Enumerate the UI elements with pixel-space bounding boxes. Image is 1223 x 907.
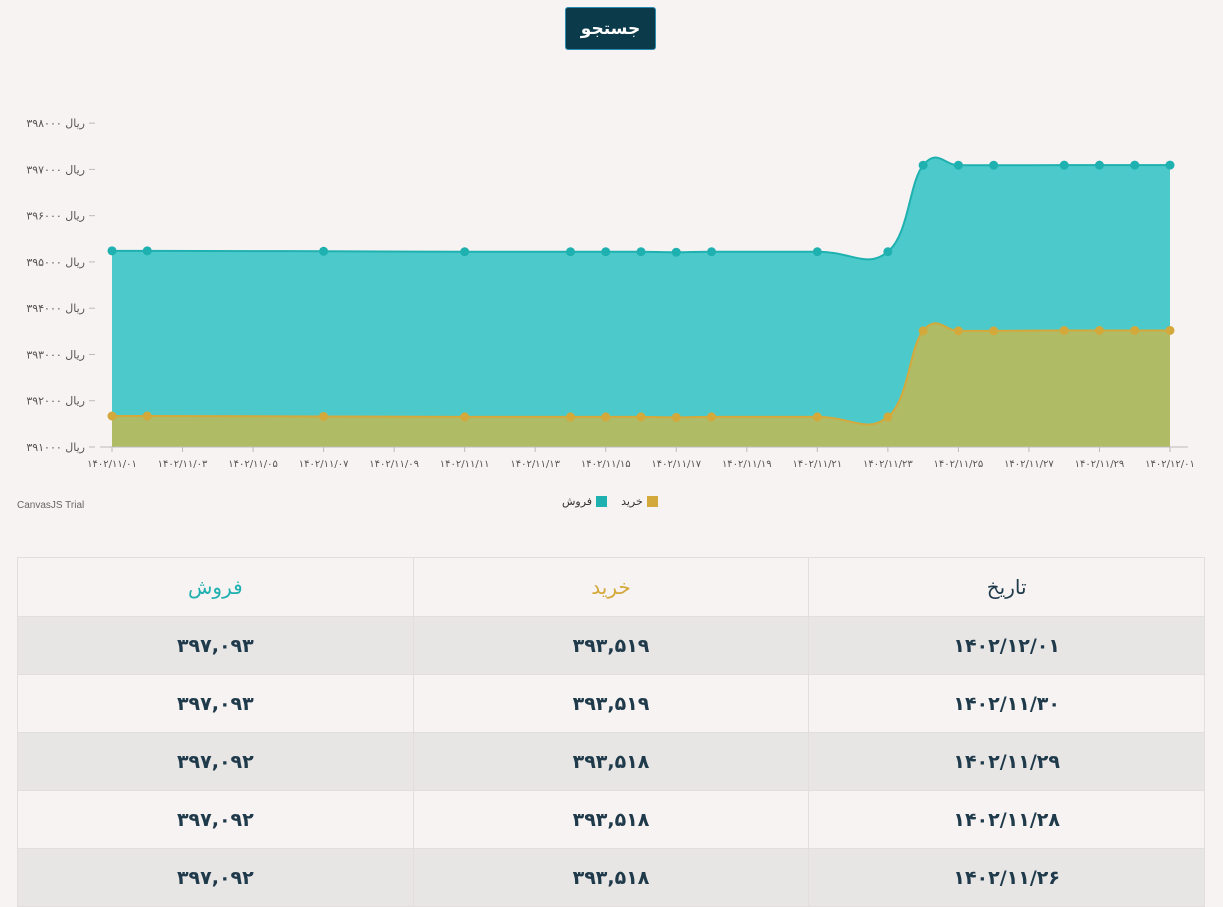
sell-point xyxy=(636,247,646,257)
column-header-sell: فروش xyxy=(17,557,414,617)
sell-point xyxy=(812,247,822,257)
buy-point xyxy=(1059,326,1069,336)
sell-point xyxy=(107,246,117,256)
table-row: ۱۴۰۲/۱۱/۲۸ ۳۹۳,۵۱۸ ۳۹۷,۰۹۲ xyxy=(17,790,1205,849)
chart-trial-watermark: CanvasJS Trial xyxy=(17,500,85,511)
sell-point xyxy=(918,160,928,170)
legend-label-sell: فروش xyxy=(562,495,593,508)
buy-point xyxy=(565,412,575,422)
table-row: ۱۴۰۲/۱۱/۲۹ ۳۹۳,۵۱۸ ۳۹۷,۰۹۲ xyxy=(17,732,1205,791)
table-row: ۱۴۰۲/۱۲/۰۱ ۳۹۳,۵۱۹ ۳۹۷,۰۹۳ xyxy=(17,616,1205,675)
sell-point xyxy=(565,247,575,257)
cell-date: ۱۴۰۲/۱۱/۳۰ xyxy=(808,674,1205,733)
legend-swatch-buy xyxy=(646,496,658,507)
x-tick-label: ۱۴۰۲/۱۱/۰۵ xyxy=(228,459,278,470)
cell-buy: ۳۹۳,۵۱۹ xyxy=(412,674,810,733)
legend-label-buy: خرید xyxy=(621,495,643,508)
x-tick-label: ۱۴۰۲/۱۱/۱۵ xyxy=(581,459,631,470)
buy-point xyxy=(707,412,717,422)
y-tick-label: ریال ۳۹۲۰۰۰ xyxy=(26,395,85,408)
sell-point xyxy=(1130,160,1140,170)
y-tick-label: ریال ۳۹۶۰۰۰ xyxy=(26,210,85,223)
cell-buy: ۳۹۳,۵۱۹ xyxy=(412,616,810,675)
sell-point xyxy=(953,160,963,170)
buy-point xyxy=(601,412,611,422)
price-area-chart: ریال ۳۹۱۰۰۰ ریال ۳۹۲۰۰۰ ریال ۳۹۳۰۰۰ ریال ۳۹… xyxy=(26,117,1195,470)
buy-point xyxy=(918,326,928,336)
search-button[interactable]: جستجو xyxy=(565,7,656,50)
sell-point xyxy=(1059,160,1069,170)
sell-point xyxy=(460,247,470,257)
legend-item-buy[interactable]: خرید xyxy=(621,495,658,508)
column-header-buy: خرید xyxy=(412,557,810,617)
table-header-row: تاریخ خرید فروش xyxy=(17,557,1205,617)
sell-point xyxy=(601,247,611,257)
x-tick-label: ۱۴۰۲/۱۱/۰۹ xyxy=(369,459,419,470)
x-tick-label: ۱۴۰۲/۱۱/۰۳ xyxy=(158,459,208,470)
y-tick-label: ریال ۳۹۴۰۰۰ xyxy=(26,302,85,315)
price-table: تاریخ خرید فروش ۱۴۰۲/۱۲/۰۱ ۳۹۳,۵۱۹ ۳۹۷,۰… xyxy=(17,557,1205,907)
sell-point xyxy=(883,247,893,257)
sell-point xyxy=(319,246,329,256)
y-tick-label: ریال ۳۹۸۰۰۰ xyxy=(26,117,85,130)
sell-point xyxy=(989,160,999,170)
y-tick-label: ریال ۳۹۱۰۰۰ xyxy=(26,441,85,454)
buy-point xyxy=(989,326,999,336)
sell-point xyxy=(707,247,717,257)
x-tick-label: ۱۴۰۲/۱۱/۲۵ xyxy=(934,459,984,470)
legend-swatch-sell xyxy=(596,496,608,507)
cell-sell: ۳۹۷,۰۹۳ xyxy=(17,616,414,675)
buy-point xyxy=(319,411,329,421)
x-tick-label: ۱۴۰۲/۱۱/۰۷ xyxy=(299,459,349,470)
y-tick-label: ریال ۳۹۳۰۰۰ xyxy=(26,348,85,361)
x-tick-label: ۱۴۰۲/۱۱/۲۱ xyxy=(792,459,842,470)
cell-date: ۱۴۰۲/۱۱/۲۹ xyxy=(808,732,1205,791)
chart-legend: خرید فروش xyxy=(562,495,658,508)
sell-point xyxy=(1165,160,1175,170)
y-tick-label: ریال ۳۹۷۰۰۰ xyxy=(26,163,85,176)
cell-buy: ۳۹۳,۵۱۸ xyxy=(412,790,810,849)
x-tick-label: ۱۴۰۲/۱۲/۰۱ xyxy=(1145,459,1195,470)
buy-point xyxy=(671,412,681,422)
x-tick-label: ۱۴۰۲/۱۱/۲۷ xyxy=(1004,459,1054,470)
buy-point xyxy=(460,412,470,422)
buy-point xyxy=(1094,326,1104,336)
legend-item-sell[interactable]: فروش xyxy=(562,495,608,508)
sell-point xyxy=(142,246,152,256)
cell-date: ۱۴۰۲/۱۱/۲۸ xyxy=(808,790,1205,849)
cell-sell: ۳۹۷,۰۹۳ xyxy=(17,674,414,733)
table-row: ۱۴۰۲/۱۱/۳۰ ۳۹۳,۵۱۹ ۳۹۷,۰۹۳ xyxy=(17,674,1205,733)
x-tick-label: ۱۴۰۲/۱۱/۱۱ xyxy=(440,459,490,470)
buy-point xyxy=(107,411,117,421)
buy-point xyxy=(1165,325,1175,335)
sell-point xyxy=(1094,160,1104,170)
cell-sell: ۳۹۷,۰۹۲ xyxy=(17,732,414,791)
buy-point xyxy=(142,411,152,421)
buy-point xyxy=(812,412,822,422)
x-tick-label: ۱۴۰۲/۱۱/۱۹ xyxy=(722,459,772,470)
column-header-date: تاریخ xyxy=(808,557,1205,617)
x-tick-label: ۱۴۰۲/۱۱/۲۳ xyxy=(863,459,913,470)
cell-buy: ۳۹۳,۵۱۸ xyxy=(412,732,810,791)
buy-point xyxy=(1130,325,1140,335)
x-tick-label: ۱۴۰۲/۱۱/۱۷ xyxy=(651,459,701,470)
y-tick-label: ریال ۳۹۵۰۰۰ xyxy=(26,256,85,269)
cell-date: ۱۴۰۲/۱۲/۰۱ xyxy=(808,616,1205,675)
x-tick-label: ۱۴۰۲/۱۱/۲۹ xyxy=(1075,459,1125,470)
sell-point xyxy=(671,247,681,257)
buy-point xyxy=(953,326,963,336)
buy-point xyxy=(883,412,893,422)
x-tick-label: ۱۴۰۲/۱۱/۰۱ xyxy=(87,459,137,470)
x-tick-label: ۱۴۰۲/۱۱/۱۳ xyxy=(510,459,560,470)
cell-sell: ۳۹۷,۰۹۲ xyxy=(17,790,414,849)
buy-point xyxy=(636,412,646,422)
